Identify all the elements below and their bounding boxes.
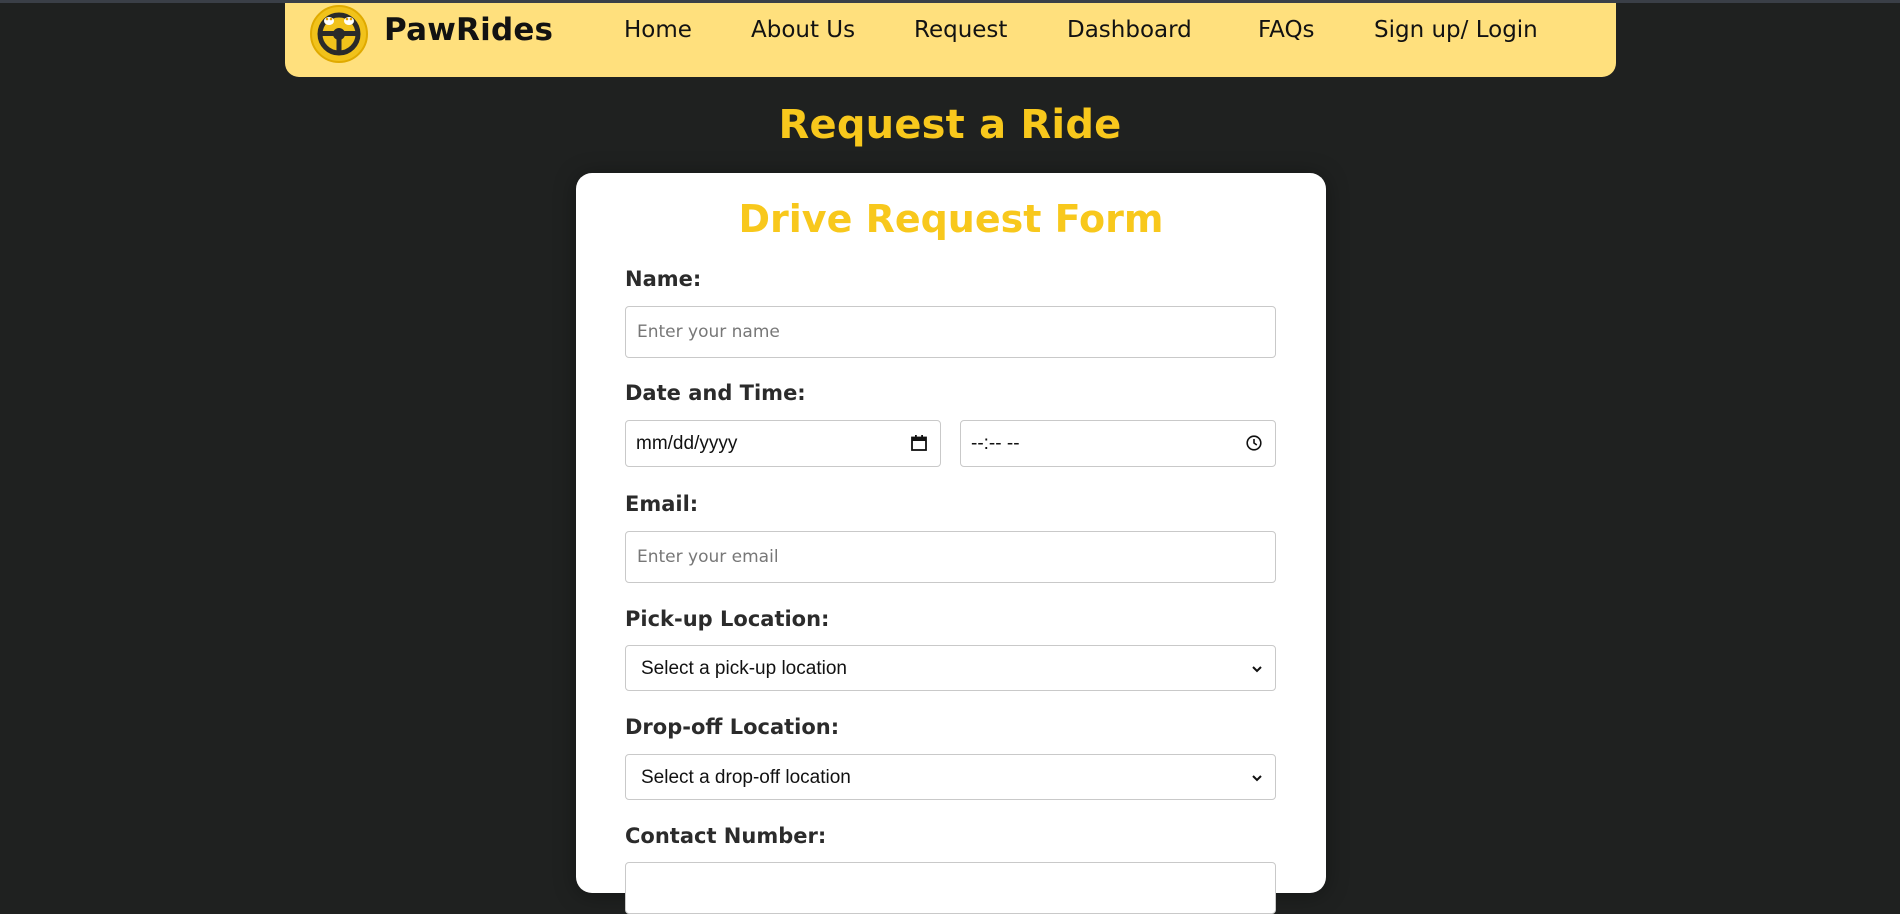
email-label: Email:: [625, 492, 699, 516]
chevron-down-icon: [1249, 661, 1265, 681]
steering-wheel-paw-icon[interactable]: [310, 5, 368, 63]
dropoff-selected-value: Select a drop-off location: [641, 767, 851, 788]
nav-faqs[interactable]: FAQs: [1258, 17, 1315, 43]
calendar-icon[interactable]: [910, 434, 928, 456]
name-input[interactable]: [625, 306, 1276, 358]
form-title: Drive Request Form: [738, 197, 1164, 241]
nav-signup-login[interactable]: Sign up/ Login: [1374, 17, 1538, 43]
name-label: Name:: [625, 267, 702, 291]
date-value: mm/dd/yyyy: [636, 433, 738, 454]
datetime-label: Date and Time:: [625, 381, 806, 405]
nav-about-us[interactable]: About Us: [751, 17, 855, 43]
email-input[interactable]: [625, 531, 1276, 583]
contact-number-label: Contact Number:: [625, 824, 827, 848]
chevron-down-icon: [1249, 770, 1265, 790]
dropoff-label: Drop-off Location:: [625, 715, 840, 739]
dropoff-select[interactable]: Select a drop-off location: [625, 754, 1276, 800]
date-input[interactable]: mm/dd/yyyy: [625, 420, 941, 467]
nav-dashboard[interactable]: Dashboard: [1067, 17, 1192, 43]
nav-home[interactable]: Home: [624, 17, 692, 43]
pickup-selected-value: Select a pick-up location: [641, 658, 847, 679]
nav-request[interactable]: Request: [914, 17, 1007, 43]
time-value: --:-- --: [971, 433, 1020, 454]
page-title: Request a Ride: [778, 102, 1122, 148]
brand-name[interactable]: PawRides: [384, 12, 553, 48]
clock-icon[interactable]: [1245, 434, 1263, 456]
time-input[interactable]: --:-- --: [960, 420, 1276, 467]
pickup-label: Pick-up Location:: [625, 607, 830, 631]
drive-request-form: Drive Request Form Name: Date and Time: …: [576, 173, 1326, 914]
navbar: PawRides Home About Us Request Dashboard…: [285, 3, 1616, 77]
pickup-select[interactable]: Select a pick-up location: [625, 645, 1276, 691]
